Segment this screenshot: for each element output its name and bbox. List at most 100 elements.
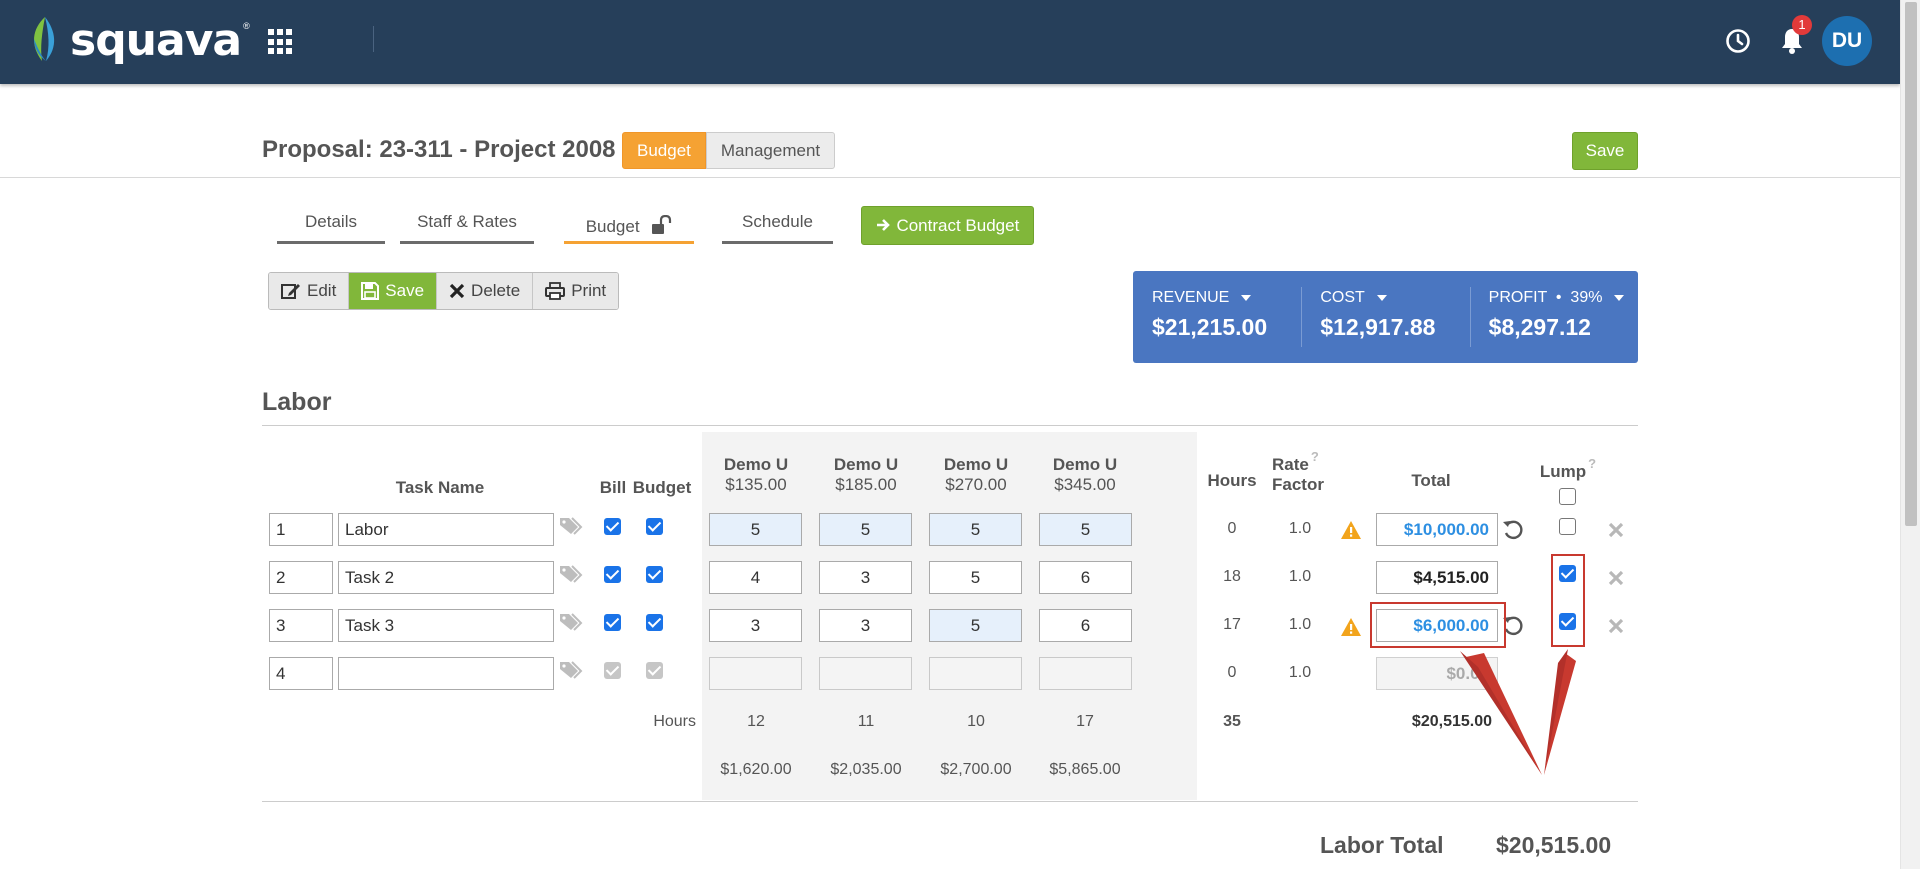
logo-text: squava (70, 14, 242, 66)
tab-schedule[interactable]: Schedule (722, 212, 833, 244)
staff-hours-input[interactable] (819, 657, 912, 690)
staff-cost-total: $2,035.00 (830, 761, 902, 778)
tab-schedule-label: Schedule (742, 212, 813, 231)
staff-rate: $345.00 (1054, 475, 1116, 494)
row-total-input[interactable]: $10,000.00 (1376, 513, 1498, 546)
print-button[interactable]: Print (533, 273, 619, 309)
budget-checkbox[interactable] (646, 518, 663, 535)
row-rate-factor: 1.0 (1288, 568, 1312, 585)
staff-hours-input[interactable]: 5 (929, 561, 1022, 594)
staff-hours-input[interactable]: 5 (1039, 513, 1132, 546)
staff-hours-total: 11 (857, 713, 875, 730)
staff-hours-input[interactable]: 5 (929, 513, 1022, 546)
clock-icon[interactable] (1724, 27, 1752, 55)
bill-checkbox[interactable] (604, 518, 621, 535)
hours-footer-label: Hours (653, 713, 696, 730)
task-number-input[interactable]: 4 (269, 657, 333, 690)
staff-hours-input[interactable]: 3 (819, 609, 912, 642)
help-icon[interactable]: ? (1588, 456, 1596, 471)
staff-rate: $135.00 (725, 475, 787, 494)
tab-staff-rates[interactable]: Staff & Rates (400, 212, 534, 244)
task-number-input[interactable]: 2 (269, 561, 333, 594)
save-proposal-button[interactable]: Save (1572, 132, 1638, 170)
edit-button[interactable]: Edit (269, 273, 350, 309)
profit-value: $8,297.12 (1488, 314, 1591, 340)
profit-summary[interactable]: PROFIT • 39% $8,297.12 (1469, 271, 1638, 363)
help-icon[interactable]: ? (1311, 449, 1319, 464)
tab-details-label: Details (305, 212, 357, 231)
undo-icon[interactable] (1502, 519, 1524, 541)
staff-hours-input[interactable]: 3 (819, 561, 912, 594)
row-total-input[interactable]: $4,515.00 (1376, 561, 1498, 594)
row-rate-factor: 1.0 (1288, 520, 1312, 537)
app-grid-icon[interactable] (268, 29, 294, 55)
tab-details[interactable]: Details (277, 212, 385, 244)
user-avatar[interactable]: DU (1822, 16, 1872, 66)
bill-checkbox[interactable] (604, 614, 621, 631)
budget-checkbox[interactable] (646, 614, 663, 631)
warning-icon[interactable] (1340, 617, 1362, 637)
staff-hours-input[interactable]: 5 (709, 513, 802, 546)
staff-name: Demo U (833, 455, 899, 474)
tags-icon[interactable] (559, 516, 583, 536)
staff-cost-total: $2,700.00 (940, 761, 1012, 778)
labor-footer-divider (262, 801, 1638, 802)
management-toggle-button[interactable]: Management (705, 132, 836, 169)
staff-rate: $270.00 (945, 475, 1007, 494)
lump-all-checkbox[interactable] (1559, 488, 1576, 505)
budget-toggle-button[interactable]: Budget (622, 132, 706, 169)
leaf-logo-icon (34, 17, 55, 61)
unlock-icon[interactable] (650, 214, 672, 235)
close-icon (449, 283, 465, 299)
remove-row-icon[interactable] (1608, 618, 1624, 634)
staff-hours-input[interactable]: 6 (1039, 609, 1132, 642)
caret-down-icon[interactable] (1376, 295, 1387, 301)
staff-hours-input[interactable] (1039, 657, 1132, 690)
lump-checkbox[interactable] (1559, 518, 1576, 535)
floppy-disk-icon (361, 282, 380, 300)
task-number-input[interactable]: 3 (269, 609, 333, 642)
staff-rate: $185.00 (835, 475, 897, 494)
tags-icon[interactable] (559, 564, 583, 584)
task-name-input[interactable]: Labor (338, 513, 554, 546)
task-name-input[interactable]: Task 3 (338, 609, 554, 642)
remove-row-icon[interactable] (1608, 522, 1624, 538)
task-name-input[interactable]: Task 2 (338, 561, 554, 594)
caret-down-icon[interactable] (1614, 295, 1625, 301)
delete-button[interactable]: Delete (437, 273, 534, 309)
budget-checkbox[interactable] (646, 566, 663, 583)
squava-logo[interactable]: squava ® (28, 10, 250, 70)
task-name-input[interactable] (338, 657, 554, 690)
save-button[interactable]: Save (349, 273, 438, 309)
staff-hours-input[interactable]: 6 (1039, 561, 1132, 594)
budget-header: Budget (632, 478, 692, 497)
revenue-summary[interactable]: REVENUE $21,215.00 (1133, 271, 1301, 363)
tags-icon[interactable] (559, 612, 583, 632)
staff-hours-input[interactable]: 5 (929, 609, 1022, 642)
bill-checkbox[interactable] (604, 566, 621, 583)
staff-column-header: Demo U $345.00 (1035, 455, 1135, 495)
scrollbar-thumb[interactable] (1905, 2, 1917, 526)
staff-hours-input[interactable]: 4 (709, 561, 802, 594)
task-number-input[interactable]: 1 (269, 513, 333, 546)
highlight-box (1551, 554, 1585, 647)
page-scrollbar[interactable] (1900, 0, 1920, 869)
staff-hours-input[interactable] (929, 657, 1022, 690)
remove-row-icon[interactable] (1608, 570, 1624, 586)
staff-hours-total: 12 (747, 713, 765, 730)
contract-budget-button[interactable]: Contract Budget (861, 206, 1034, 245)
revenue-value: $21,215.00 (1152, 314, 1268, 340)
staff-hours-input[interactable]: 5 (819, 513, 912, 546)
staff-hours-input[interactable]: 3 (709, 609, 802, 642)
tab-budget[interactable]: Budget (564, 212, 694, 244)
labor-section-title: Labor (262, 388, 332, 416)
cost-summary[interactable]: COST $12,917.88 (1301, 271, 1469, 363)
caret-down-icon[interactable] (1241, 295, 1252, 301)
row-rate-factor: 1.0 (1288, 664, 1312, 681)
staff-name: Demo U (1052, 455, 1118, 474)
tags-icon[interactable] (559, 660, 583, 680)
page-title: Proposal: 23-311 - Project 2008 (262, 136, 616, 163)
warning-icon[interactable] (1340, 520, 1362, 540)
profit-label: PROFIT • 39% (1488, 289, 1603, 306)
staff-hours-input[interactable] (709, 657, 802, 690)
